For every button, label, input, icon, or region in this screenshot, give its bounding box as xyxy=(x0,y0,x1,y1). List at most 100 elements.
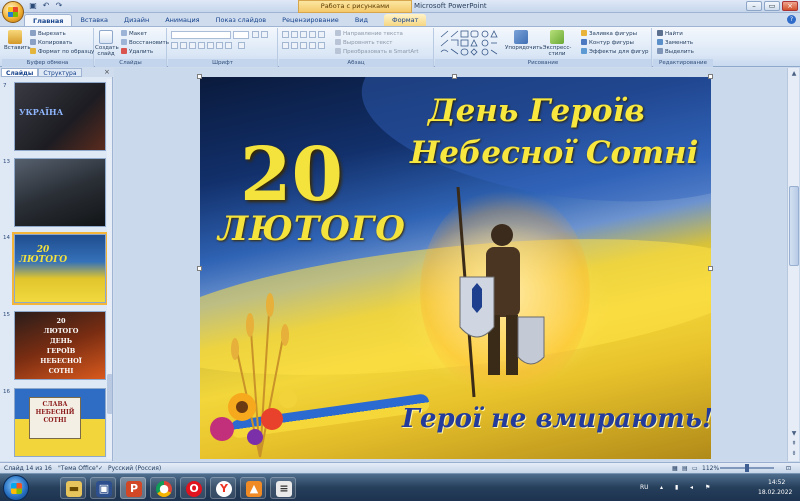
resize-handle[interactable] xyxy=(197,266,202,271)
taskbar-app-doc[interactable]: ≡ xyxy=(270,477,296,499)
slide-thumbnail[interactable]: СЛАВА НЕБЕСНІЙ СОТНІ xyxy=(14,388,106,457)
tab-outline[interactable]: Структура xyxy=(38,68,82,77)
scroll-up-icon[interactable]: ▲ xyxy=(789,69,799,79)
resize-handle[interactable] xyxy=(708,266,713,271)
case-icon[interactable] xyxy=(225,42,232,49)
slide-title-line2[interactable]: Небесної Сотні xyxy=(410,135,698,171)
slide-canvas[interactable]: 20 ЛЮТОГО День Героїв Небесної Сотні Гер… xyxy=(200,77,711,459)
tab-slideshow[interactable]: Показ слайдов xyxy=(208,14,275,26)
strike-icon[interactable] xyxy=(198,42,205,49)
slide-date-month[interactable]: ЛЮТОГО xyxy=(218,209,406,249)
tab-review[interactable]: Рецензирование xyxy=(274,14,347,26)
clock-time[interactable]: 14:52 xyxy=(768,479,785,486)
close-button[interactable]: × xyxy=(782,1,798,11)
office-button[interactable] xyxy=(2,1,24,23)
select-button[interactable]: Выделить xyxy=(657,48,694,56)
text-direction-button[interactable]: Направление текста xyxy=(335,30,403,38)
help-icon[interactable]: ? xyxy=(787,15,796,24)
align-left-icon[interactable] xyxy=(282,42,289,49)
next-slide-icon[interactable]: ⇟ xyxy=(789,449,799,459)
pane-scroll-thumb[interactable] xyxy=(107,374,112,414)
shapes-gallery[interactable] xyxy=(439,30,501,56)
slide-thumbnail[interactable] xyxy=(14,158,106,227)
font-name-field[interactable] xyxy=(171,31,231,39)
taskbar-opera[interactable]: O xyxy=(180,477,206,499)
flag-icon[interactable]: ⚑ xyxy=(705,484,710,491)
tab-home[interactable]: Главная xyxy=(24,14,73,26)
delete-slide-button[interactable]: Удалить xyxy=(121,48,153,56)
italic-icon[interactable] xyxy=(180,42,187,49)
tab-format[interactable]: Формат xyxy=(384,14,427,26)
font-color-icon[interactable] xyxy=(238,42,245,49)
copy-button[interactable]: Копировать xyxy=(30,39,72,47)
underline-icon[interactable] xyxy=(189,42,196,49)
network-icon[interactable]: ▮ xyxy=(675,484,678,491)
shape-fill-button[interactable]: Заливка фигуры xyxy=(581,30,637,38)
tab-view[interactable]: Вид xyxy=(347,14,376,26)
cut-button[interactable]: Вырезать xyxy=(30,30,66,38)
line-spacing-icon[interactable] xyxy=(318,31,325,38)
slide-caption[interactable]: Герої не вмирають! xyxy=(402,404,711,434)
justify-icon[interactable] xyxy=(309,42,316,49)
resize-handle[interactable] xyxy=(197,74,202,79)
maximize-button[interactable]: ▭ xyxy=(764,1,780,11)
spacing-icon[interactable] xyxy=(216,42,223,49)
reset-button[interactable]: Восстановить xyxy=(121,39,169,47)
indent-increase-icon[interactable] xyxy=(309,31,316,38)
layout-button[interactable]: Макет xyxy=(121,30,147,38)
taskbar-yandex[interactable]: Y xyxy=(210,477,236,499)
taskbar-explorer[interactable]: ▬ xyxy=(60,477,86,499)
indent-decrease-icon[interactable] xyxy=(300,31,307,38)
taskbar-chrome[interactable]: ● xyxy=(150,477,176,499)
tray-arrow-icon[interactable]: ▴ xyxy=(660,484,663,491)
new-slide-button[interactable]: Создать слайд xyxy=(95,30,119,57)
zoom-slider-knob[interactable] xyxy=(745,464,749,472)
slide-title-line1[interactable]: День Героїв xyxy=(428,93,645,129)
resize-handle[interactable] xyxy=(452,74,457,79)
pane-scrollbar[interactable] xyxy=(107,79,112,459)
vertical-scrollbar[interactable]: ▲ ▼ ⇞ ⇟ xyxy=(787,68,799,461)
align-right-icon[interactable] xyxy=(300,42,307,49)
vertical-scroll-thumb[interactable] xyxy=(789,186,799,266)
font-size-field[interactable] xyxy=(233,31,249,39)
smartart-button[interactable]: Преобразовать в SmartArt xyxy=(335,48,419,56)
pane-close-icon[interactable]: × xyxy=(104,68,110,76)
bold-icon[interactable] xyxy=(171,42,178,49)
shape-outline-button[interactable]: Контур фигуры xyxy=(581,39,634,47)
clock-date[interactable]: 18.02.2022 xyxy=(758,489,792,496)
slide-thumbnail[interactable]: УКРАЇНА xyxy=(14,82,106,151)
volume-icon[interactable]: ◂ xyxy=(690,484,693,491)
start-button[interactable] xyxy=(3,475,29,501)
slide-thumbnail[interactable]: 20 ЛЮТОГО ДЕНЬ ГЕРОЇВ НЕБЕСНОЇ СОТНІ xyxy=(14,311,106,380)
prev-slide-icon[interactable]: ⇞ xyxy=(789,439,799,449)
grow-font-icon[interactable] xyxy=(252,31,259,38)
format-painter-button[interactable]: Формат по образцу xyxy=(30,48,94,56)
quick-styles-button[interactable]: Экспресс-стили xyxy=(539,30,575,57)
input-language[interactable]: RU xyxy=(640,484,649,491)
bullets-icon[interactable] xyxy=(282,31,289,38)
arrange-button[interactable]: Упорядочить xyxy=(505,30,543,51)
tab-design[interactable]: Дизайн xyxy=(116,14,157,26)
resize-handle[interactable] xyxy=(708,74,713,79)
paste-button[interactable]: Вставить xyxy=(4,30,31,51)
align-center-icon[interactable] xyxy=(291,42,298,49)
shrink-font-icon[interactable] xyxy=(261,31,268,38)
slide-date-number[interactable]: 20 xyxy=(240,132,343,218)
taskbar-app-orange[interactable]: ▲ xyxy=(240,477,266,499)
minimize-button[interactable]: – xyxy=(746,1,762,11)
shape-effects-button[interactable]: Эффекты для фигур xyxy=(581,48,649,56)
replace-button[interactable]: Заменить xyxy=(657,39,693,47)
tab-slides[interactable]: Слайды xyxy=(1,68,39,77)
tab-animation[interactable]: Анимация xyxy=(157,14,207,26)
app-icon: ▲ xyxy=(246,481,262,497)
numbering-icon[interactable] xyxy=(291,31,298,38)
find-button[interactable]: Найти xyxy=(657,30,683,38)
tab-insert[interactable]: Вставка xyxy=(72,14,116,26)
align-text-button[interactable]: Выровнять текст xyxy=(335,39,392,47)
taskbar-save-app[interactable]: ▣ xyxy=(90,477,116,499)
scroll-down-icon[interactable]: ▼ xyxy=(789,429,799,439)
slide-thumbnail-selected[interactable]: 20 ЛЮТОГО xyxy=(12,232,108,305)
shadow-icon[interactable] xyxy=(207,42,214,49)
taskbar-powerpoint[interactable]: P xyxy=(120,477,146,499)
columns-icon[interactable] xyxy=(318,42,325,49)
